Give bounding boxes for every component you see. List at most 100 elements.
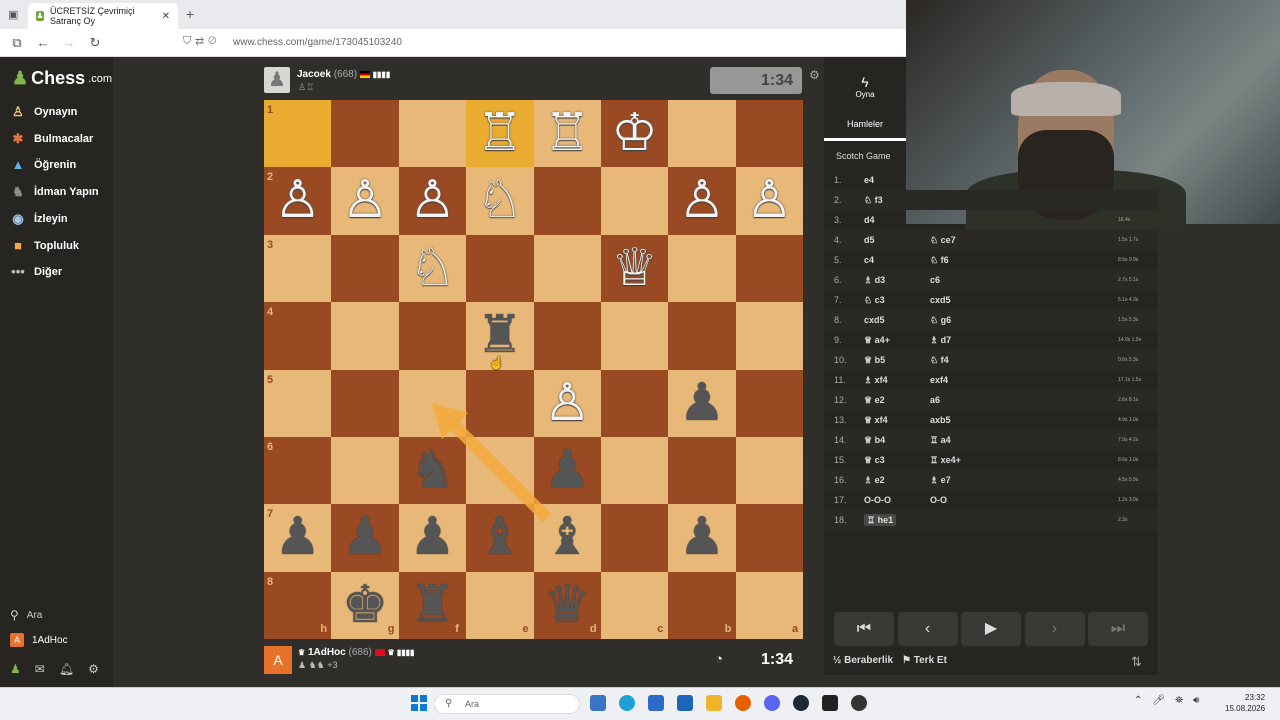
move-black[interactable]: axb5 <box>930 415 1110 425</box>
address-bar[interactable]: www.chess.com/game/173045103240 <box>233 37 402 48</box>
move-white[interactable]: e4 <box>864 175 930 185</box>
board-square[interactable] <box>264 234 332 303</box>
sidebar-item-6[interactable]: ••• Diğer <box>10 264 62 280</box>
move-white[interactable]: ♗ xf4 <box>864 375 930 386</box>
board-square[interactable] <box>466 436 534 505</box>
move-black[interactable]: exf4 <box>930 375 1110 385</box>
tab-play[interactable]: ϟ Oyna <box>824 57 906 115</box>
opponent-name[interactable]: Jacoek <box>297 69 331 80</box>
player-name[interactable]: 1AdHoc <box>308 647 346 658</box>
store-icon[interactable] <box>648 695 664 711</box>
move-black[interactable]: ♘ ce7 <box>930 235 1110 246</box>
board-settings-icon[interactable]: ⚙ <box>809 68 820 82</box>
tab-actions-icon[interactable]: ▣ <box>8 8 18 21</box>
move-black[interactable]: ♘ f4 <box>930 355 1110 366</box>
black-piece-icon[interactable]: ♞ <box>399 437 466 504</box>
edge-icon[interactable] <box>619 695 635 711</box>
board-square[interactable] <box>264 100 332 168</box>
board-square[interactable] <box>466 369 534 437</box>
board-square[interactable] <box>600 436 669 505</box>
white-piece-icon[interactable]: ♙ <box>399 167 466 234</box>
board-square[interactable] <box>533 234 601 303</box>
back-icon[interactable]: ← <box>34 35 52 50</box>
move-white[interactable]: c4 <box>864 255 930 265</box>
board-square[interactable] <box>600 369 669 437</box>
white-piece-icon[interactable]: ♙ <box>534 370 601 437</box>
move-white[interactable]: ♕ b4 <box>864 435 930 446</box>
close-tab-icon[interactable]: ✕ <box>162 11 170 22</box>
board-square[interactable] <box>668 100 736 168</box>
sidebar-item-4[interactable]: ◉ İzleyin <box>10 211 67 227</box>
white-piece-icon[interactable]: ♘ <box>466 167 533 234</box>
black-piece-icon[interactable]: ♟ <box>331 504 398 571</box>
black-piece-icon[interactable]: ♟ <box>534 437 601 504</box>
move-black[interactable]: ♗ d7 <box>930 335 1110 346</box>
outlook-icon[interactable] <box>677 695 693 711</box>
chess-board[interactable]: 1 2 3 4 5 6 7 8 h g f e d c b a ♖ ♖ ♔ ♙ ♙ ♙ ♘ ♙ ♙ ♘ ♕ ♜ ♙ ♟ ♞ ♟ ♟ ♟ ♟ ♝ ♝ ♟ ♚ ♜… <box>264 100 804 640</box>
move-white[interactable]: ♘ c3 <box>864 295 930 306</box>
move-white[interactable]: ♗ e2 <box>864 475 930 486</box>
board-square[interactable] <box>735 234 804 303</box>
sidebar-item-2[interactable]: ▲ Öğrenin <box>10 157 77 173</box>
move-white[interactable]: ♕ c3 <box>864 455 930 466</box>
sidebar-item-1[interactable]: ✱ Bulmacalar <box>10 131 94 147</box>
black-piece-icon[interactable]: ♟ <box>668 370 735 437</box>
bell-icon[interactable]: 🔔︎ <box>59 662 74 676</box>
first-move-button[interactable]: ⏮ <box>834 612 894 646</box>
board-square[interactable] <box>600 167 669 235</box>
player-avatar[interactable]: A <box>264 646 292 674</box>
board-square[interactable] <box>331 100 399 168</box>
browser-tab[interactable]: ♟ ÜCRETSİZ Çevrimiçi Satranç Oy ✕ <box>28 3 178 29</box>
reload-icon[interactable]: ↻ <box>86 35 104 51</box>
move-white[interactable]: ♕ a4+ <box>864 335 930 346</box>
white-piece-icon[interactable]: ♙ <box>264 167 331 234</box>
mail-icon[interactable]: ✉ <box>35 662 45 676</box>
gear-icon[interactable]: ⚙ <box>88 662 99 676</box>
white-piece-icon[interactable]: ♔ <box>601 100 668 167</box>
board-square[interactable] <box>398 100 467 168</box>
board-square[interactable] <box>533 167 601 235</box>
discord-icon[interactable] <box>764 695 780 711</box>
board-square[interactable] <box>735 504 804 572</box>
white-piece-icon[interactable]: ♙ <box>668 167 735 234</box>
move-black[interactable]: O-O <box>930 495 1110 505</box>
tab-moves[interactable]: Hamleler <box>824 113 906 141</box>
move-white[interactable]: ♕ xf4 <box>864 415 930 426</box>
move-white[interactable]: O-O-O <box>864 495 930 505</box>
move-white[interactable]: ♗ d3 <box>864 275 930 286</box>
board-square[interactable] <box>331 436 399 505</box>
board-square[interactable] <box>735 436 804 505</box>
move-black[interactable]: ♘ f6 <box>930 255 1110 266</box>
move-black[interactable]: a6 <box>930 395 1110 405</box>
flip-board-icon[interactable]: ⇅ <box>1131 654 1142 670</box>
last-move-button[interactable]: ⏭ <box>1088 612 1148 646</box>
board-square[interactable] <box>264 436 332 505</box>
move-white[interactable]: ♕ b5 <box>864 355 930 366</box>
board-square[interactable] <box>600 504 669 572</box>
board-square[interactable] <box>735 369 804 437</box>
black-piece-icon[interactable]: ♟ <box>264 504 331 571</box>
white-piece-icon[interactable]: ♘ <box>399 235 466 302</box>
move-white[interactable]: ♖ he1 <box>864 513 930 526</box>
sidebar-item-0[interactable]: ♙ Oynayın <box>10 104 77 120</box>
black-piece-icon[interactable]: ♚ <box>331 572 398 639</box>
black-piece-icon[interactable]: ♟ <box>668 504 735 571</box>
draw-button[interactable]: ½ Beraberlik <box>833 655 893 666</box>
app-icon[interactable] <box>590 695 606 711</box>
move-white[interactable]: d4 <box>864 215 930 225</box>
board-square[interactable] <box>466 234 534 303</box>
firefox-icon[interactable] <box>735 695 751 711</box>
previous-move-button[interactable]: ‹ <box>897 612 958 646</box>
black-piece-icon[interactable]: ♟ <box>399 504 466 571</box>
board-square[interactable] <box>600 302 669 370</box>
sidebar-item-5[interactable]: ■ Topluluk <box>10 238 79 254</box>
steam-icon[interactable] <box>793 695 809 711</box>
move-white[interactable]: ♘ f3 <box>864 195 930 206</box>
site-info-icons[interactable]: ⛉⇄⊘ <box>183 35 220 48</box>
file-explorer-icon[interactable] <box>706 695 722 711</box>
move-white[interactable]: ♕ e2 <box>864 395 930 406</box>
board-square[interactable] <box>533 302 601 370</box>
move-black[interactable]: ♖ a4 <box>930 435 1110 446</box>
white-piece-icon[interactable]: ♖ <box>534 100 601 167</box>
board-square[interactable] <box>398 369 467 437</box>
